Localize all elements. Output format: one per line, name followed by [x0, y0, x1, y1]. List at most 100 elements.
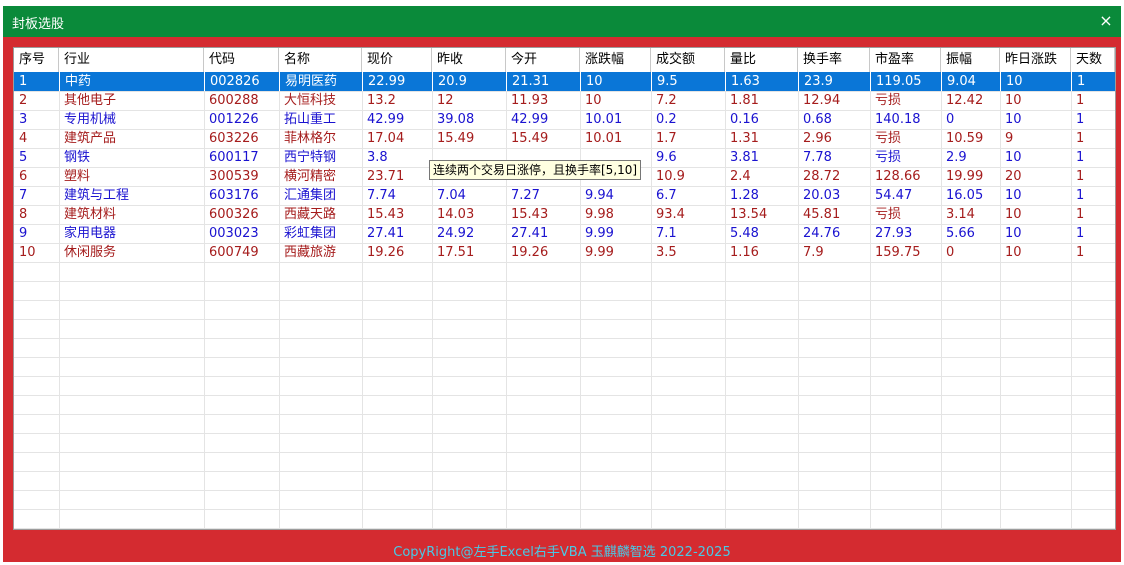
table-row[interactable]: 2 其他电子 600288 大恒科技 13.2 12 11.93 10 7.2 1.81 12.94…	[14, 91, 1115, 110]
col-name-cell: 汇通集团	[284, 188, 337, 203]
col-open-cell: 21.31	[506, 72, 580, 91]
grid-hline	[14, 319, 1115, 320]
col-prev-close-cell: 20.9	[432, 72, 506, 91]
col-volume-ratio-cell: 1.63	[725, 72, 798, 91]
col-industry-cell: 家用电器	[64, 226, 117, 241]
col-industry-header[interactable]: 行业	[59, 48, 204, 72]
col-volume-ratio-cell: 1.31	[730, 131, 759, 146]
col-prev-change-cell: 10	[1005, 150, 1022, 165]
col-turnover-rate-cell: 23.9	[798, 72, 870, 91]
col-name-cell: 大恒科技	[284, 93, 337, 108]
col-code-cell: 600288	[209, 93, 259, 108]
col-open-cell: 15.49	[511, 131, 549, 146]
col-prev-close-cell: 39.08	[437, 112, 475, 127]
col-industry-cell: 中药	[59, 72, 204, 91]
col-pe-cell: 亏损	[875, 150, 902, 165]
col-turnover-cell: 9.5	[651, 72, 725, 91]
col-prev-close-cell: 12	[437, 93, 454, 108]
table-row[interactable]: 8 建筑材料 600326 西藏天路 15.43 14.03 15.43 9.98 93.4 13…	[14, 205, 1115, 224]
table-row[interactable]: 1 中药 002826 易明医药 22.99 20.9 21.31 10 9.5 1.63 23.9…	[14, 72, 1115, 91]
col-industry-cell: 钢铁	[64, 150, 91, 165]
col-prev-close-cell: 15.49	[437, 131, 475, 146]
col-days-cell: 1	[1076, 169, 1085, 184]
grid-hline	[14, 395, 1115, 396]
col-turnover-header[interactable]: 成交额	[651, 48, 725, 72]
col-code-cell: 300539	[209, 169, 259, 184]
col-name-cell: 西宁特钢	[284, 150, 337, 165]
table-row[interactable]: 7 建筑与工程 603176 汇通集团 7.74 7.04 7.27 9.94 6.7 1.28 2…	[14, 186, 1115, 205]
col-prev-change-cell: 10	[1005, 245, 1022, 260]
col-industry-cell: 休闲服务	[64, 245, 117, 260]
col-pe-cell: 128.66	[875, 169, 921, 184]
table-row[interactable]: 4 建筑产品 603226 菲林格尔 17.04 15.49 15.49 10.01 1.7 1.…	[14, 129, 1115, 148]
col-turnover-rate-header[interactable]: 换手率	[798, 48, 870, 72]
col-price-cell: 13.2	[367, 93, 396, 108]
col-turnover-cell: 93.4	[656, 207, 685, 222]
col-pe-cell: 140.18	[875, 112, 921, 127]
col-change-pct-cell: 10.01	[585, 131, 623, 146]
grid-hline	[14, 433, 1115, 434]
col-index-cell: 7	[19, 188, 28, 203]
col-amplitude-cell: 19.99	[946, 169, 984, 184]
col-amplitude-header[interactable]: 振幅	[941, 48, 1000, 72]
col-turnover-rate-cell: 7.78	[803, 150, 832, 165]
table-row[interactable]: 10 休闲服务 600749 西藏旅游 19.26 17.51 19.26 9.99 3.5 1.…	[14, 243, 1115, 262]
col-price-cell: 3.8	[367, 150, 388, 165]
col-turnover-rate-cell: 24.76	[803, 226, 841, 241]
col-amplitude-cell: 5.66	[946, 226, 975, 241]
col-turnover-cell: 6.7	[656, 188, 677, 203]
col-prev-change-cell: 10	[1005, 188, 1022, 203]
col-industry-cell: 建筑与工程	[64, 188, 130, 203]
col-industry-cell: 塑料	[64, 169, 91, 184]
col-code-cell: 600749	[209, 245, 259, 260]
grid-hline	[14, 509, 1115, 510]
col-name-cell: 拓山重工	[284, 112, 337, 127]
col-price-cell: 19.26	[367, 245, 405, 260]
col-days-header[interactable]: 天数	[1071, 48, 1115, 72]
grid-hline	[14, 471, 1115, 472]
col-turnover-cell: 0.2	[656, 112, 677, 127]
col-change-pct-cell: 9.98	[585, 207, 614, 222]
col-open-header[interactable]: 今开	[506, 48, 580, 72]
col-code-cell: 603226	[209, 131, 259, 146]
col-prev-change-header[interactable]: 昨日涨跌	[1000, 48, 1071, 72]
title-bar[interactable]: 封板选股 ×	[3, 6, 1121, 37]
col-price-cell: 42.99	[367, 112, 405, 127]
col-pe-cell: 亏损	[875, 207, 902, 222]
col-turnover-cell: 7.2	[656, 93, 677, 108]
col-amplitude-cell: 0	[946, 112, 955, 127]
col-volume-ratio-cell: 1.16	[730, 245, 759, 260]
col-index-header[interactable]: 序号	[14, 48, 59, 72]
col-volume-ratio-header[interactable]: 量比	[725, 48, 798, 72]
col-volume-ratio-cell: 1.28	[730, 188, 759, 203]
col-amplitude-cell: 16.05	[946, 188, 984, 203]
col-name-header[interactable]: 名称	[279, 48, 362, 72]
col-pe-cell: 119.05	[870, 72, 941, 91]
col-code-header[interactable]: 代码	[204, 48, 279, 72]
table-row[interactable]: 9 家用电器 003023 彩虹集团 27.41 24.92 27.41 9.99 7.1 5.4…	[14, 224, 1115, 243]
col-amplitude-cell: 3.14	[946, 207, 975, 222]
close-icon[interactable]: ×	[1093, 8, 1119, 34]
col-prev-close-cell: 14.03	[437, 207, 475, 222]
grid-hline	[14, 414, 1115, 415]
col-prev-close-header[interactable]: 昨收	[432, 48, 506, 72]
table-row[interactable]: 3 专用机械 001226 拓山重工 42.99 39.08 42.99 10.01 0.2 0.…	[14, 110, 1115, 129]
col-change-pct-header[interactable]: 涨跌幅	[580, 48, 651, 72]
stock-list[interactable]: 序号 行业 代码 名称 现价 昨收 今开 涨跌幅 成交额 量比 换手率 市盈率 振幅 昨日涨跌 天数 1 中药…	[13, 47, 1116, 530]
list-header: 序号 行业 代码 名称 现价 昨收 今开 涨跌幅 成交额 量比 换手率 市盈率 振幅 昨日涨跌 天数	[14, 48, 1115, 73]
col-code-cell: 002826	[204, 72, 279, 91]
col-pe-header[interactable]: 市盈率	[870, 48, 941, 72]
col-amplitude-cell: 9.04	[941, 72, 1000, 91]
col-change-pct-cell: 9.99	[585, 245, 614, 260]
col-price-cell: 22.99	[362, 72, 432, 91]
col-amplitude-cell: 10.59	[946, 131, 984, 146]
col-volume-ratio-cell: 3.81	[730, 150, 759, 165]
col-price-header[interactable]: 现价	[362, 48, 432, 72]
col-industry-cell: 专用机械	[64, 112, 117, 127]
col-name-cell: 横河精密	[284, 169, 337, 184]
col-volume-ratio-cell: 0.16	[730, 112, 759, 127]
col-volume-ratio-cell: 13.54	[730, 207, 768, 222]
col-volume-ratio-cell: 2.4	[730, 169, 751, 184]
col-index-cell: 5	[19, 150, 28, 165]
col-turnover-cell: 1.7	[656, 131, 677, 146]
